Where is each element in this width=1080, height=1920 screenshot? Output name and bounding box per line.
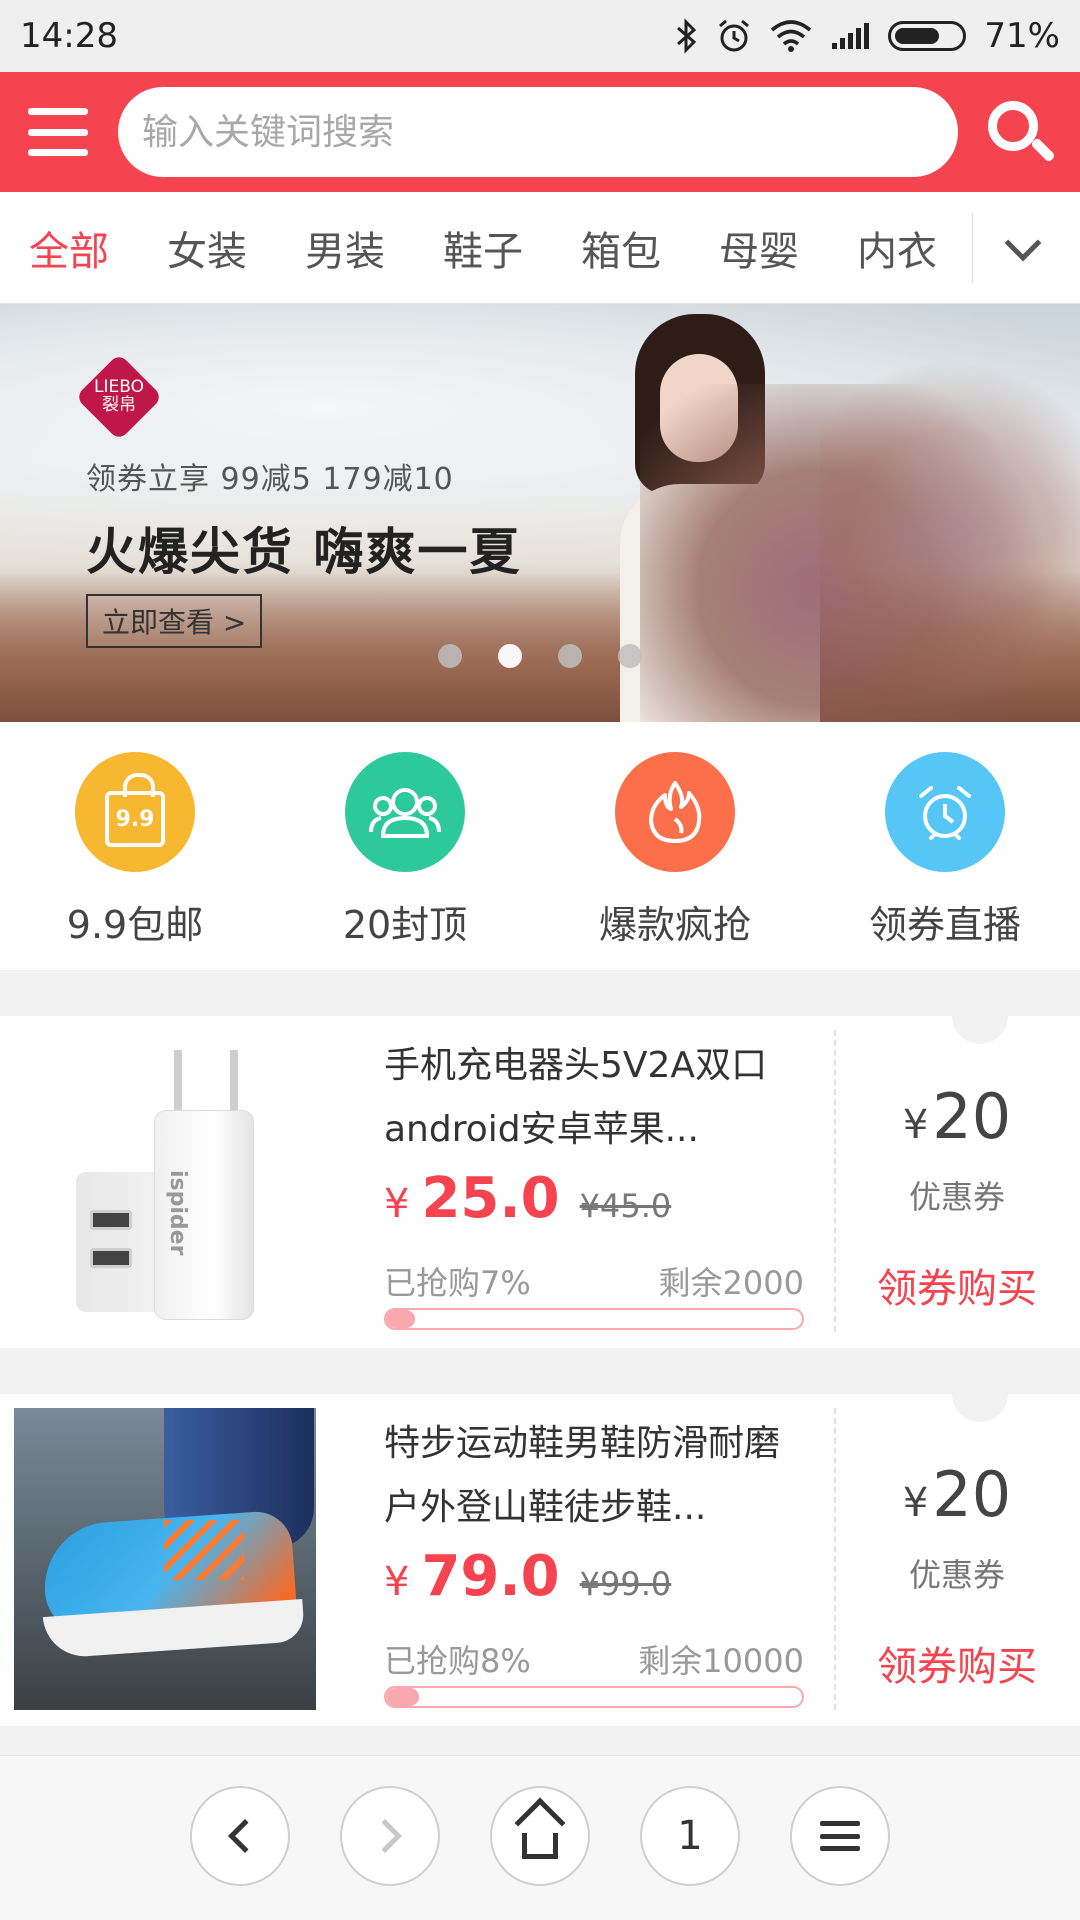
carousel-dot[interactable] bbox=[618, 644, 642, 668]
coupon-amount: ¥20 bbox=[902, 1080, 1012, 1153]
category-tabs: 全部 女装 男装 鞋子 箱包 母婴 内衣 bbox=[0, 192, 1080, 304]
carousel-dot[interactable] bbox=[438, 644, 462, 668]
product-price: ¥ 79.0 ¥99.0 bbox=[384, 1544, 672, 1609]
shortcut-label: 领券直播 bbox=[868, 903, 1021, 947]
get-coupon-buy-button[interactable]: 领券购买 bbox=[834, 1256, 1080, 1314]
forward-button[interactable] bbox=[340, 1786, 440, 1886]
battery-percent: 71% bbox=[984, 16, 1060, 56]
home-icon bbox=[514, 1797, 566, 1861]
coupon-label: 优惠券 bbox=[908, 1178, 1005, 1216]
shortcut-label: 20封顶 bbox=[342, 903, 468, 947]
progress-fill bbox=[386, 1310, 416, 1328]
search-input[interactable] bbox=[118, 87, 958, 177]
shortcut-label: 爆款疯抢 bbox=[598, 903, 751, 947]
progress-fill bbox=[386, 1688, 420, 1706]
tab-all[interactable]: 全部 bbox=[0, 219, 138, 277]
sold-percent: 已抢购8% bbox=[384, 1642, 531, 1680]
alarm-clock-icon bbox=[885, 752, 1005, 872]
original-price: ¥99.0 bbox=[579, 1565, 672, 1603]
signal-icon bbox=[830, 21, 870, 51]
shortcut-free-shipping[interactable]: 9.9 9.9包邮 bbox=[0, 722, 270, 970]
sold-percent: 已抢购7% bbox=[384, 1264, 531, 1302]
status-bar: 14:28 71% bbox=[0, 0, 1080, 72]
brand-logo-text: LIEBO 裂帛 bbox=[94, 377, 144, 415]
coupon-amount: ¥20 bbox=[902, 1458, 1012, 1531]
shortcut-hot-deals[interactable]: 爆款疯抢 bbox=[540, 722, 810, 970]
product-image: ispider bbox=[14, 1030, 316, 1332]
header bbox=[0, 72, 1080, 192]
open-tabs-count: 1 bbox=[677, 1813, 703, 1859]
banner-subtitle: 领券立享 99减5 179减10 bbox=[86, 462, 454, 497]
product-title[interactable]: 特步运动鞋男鞋防滑耐磨户外登山鞋徒步鞋... bbox=[384, 1412, 794, 1540]
bluetooth-icon bbox=[674, 18, 698, 54]
back-button[interactable] bbox=[190, 1786, 290, 1886]
tab-bags[interactable]: 箱包 bbox=[552, 219, 690, 277]
get-coupon-buy-button[interactable]: 领券购买 bbox=[834, 1634, 1080, 1692]
alarm-icon bbox=[716, 18, 752, 54]
promo-banner[interactable]: LIEBO 裂帛 领券立享 99减5 179减10 火爆尖货 嗨爽一夏 立即查看 … bbox=[0, 304, 1080, 722]
fire-icon bbox=[615, 752, 735, 872]
chevron-left-icon bbox=[228, 1819, 262, 1853]
shortcut-20-cap[interactable]: 20封顶 bbox=[270, 722, 540, 970]
current-price: 25.0 bbox=[421, 1166, 560, 1231]
browser-menu-button[interactable] bbox=[790, 1786, 890, 1886]
battery-icon bbox=[888, 21, 967, 51]
status-icons: 71% bbox=[674, 16, 1060, 56]
status-time: 14:28 bbox=[20, 16, 118, 56]
shortcut-coupon-live[interactable]: 领券直播 bbox=[810, 722, 1080, 970]
users-icon bbox=[345, 752, 465, 872]
product-image bbox=[14, 1408, 316, 1710]
browser-bottom-nav: 1 bbox=[0, 1755, 1080, 1920]
tab-underwear[interactable]: 内衣 bbox=[828, 219, 966, 277]
current-price: 79.0 bbox=[421, 1544, 560, 1609]
sold-progress-bar bbox=[384, 1686, 804, 1708]
product-card[interactable]: ispider 手机充电器头5V2A双口android安卓苹果... ¥ 25.… bbox=[0, 988, 1080, 1348]
product-card[interactable]: 特步运动鞋男鞋防滑耐磨户外登山鞋徒步鞋... ¥ 79.0 ¥99.0 已抢购8… bbox=[0, 1366, 1080, 1726]
product-title[interactable]: 手机充电器头5V2A双口android安卓苹果... bbox=[384, 1034, 794, 1162]
tab-men[interactable]: 男装 bbox=[276, 219, 414, 277]
menu-icon[interactable] bbox=[24, 102, 92, 162]
remaining-stock: 剩余10000 bbox=[638, 1642, 804, 1680]
product-image-brand: ispider bbox=[165, 1170, 190, 1256]
coupon-label: 优惠券 bbox=[908, 1556, 1005, 1594]
tab-baby[interactable]: 母婴 bbox=[690, 219, 828, 277]
menu-lines-icon bbox=[820, 1821, 860, 1851]
chevron-down-icon bbox=[1004, 224, 1042, 261]
banner-cta-button[interactable]: 立即查看 > bbox=[86, 594, 263, 648]
wifi-icon bbox=[770, 20, 812, 52]
bag-icon: 9.9 bbox=[75, 752, 195, 872]
battery-level bbox=[895, 28, 939, 44]
product-price: ¥ 25.0 ¥45.0 bbox=[384, 1166, 672, 1231]
sold-progress-bar bbox=[384, 1308, 804, 1330]
banner-headline: 火爆尖货 嗨爽一夏 bbox=[86, 523, 522, 581]
remaining-stock: 剩余2000 bbox=[658, 1264, 804, 1302]
expand-tabs-button[interactable] bbox=[973, 224, 1073, 261]
original-price: ¥45.0 bbox=[579, 1187, 672, 1225]
tab-women[interactable]: 女装 bbox=[138, 219, 276, 277]
tab-shoes[interactable]: 鞋子 bbox=[414, 219, 552, 277]
carousel-dot[interactable] bbox=[558, 644, 582, 668]
shortcut-label: 9.9包邮 bbox=[66, 903, 204, 947]
tabs-button[interactable]: 1 bbox=[640, 1786, 740, 1886]
chevron-right-icon bbox=[368, 1819, 402, 1853]
carousel-dot[interactable] bbox=[498, 644, 522, 668]
shortcut-row: 9.9 9.9包邮 20封顶 爆款疯抢 领券直播 bbox=[0, 722, 1080, 970]
carousel-dots bbox=[438, 644, 642, 668]
search-icon[interactable] bbox=[984, 97, 1056, 167]
home-button[interactable] bbox=[490, 1786, 590, 1886]
